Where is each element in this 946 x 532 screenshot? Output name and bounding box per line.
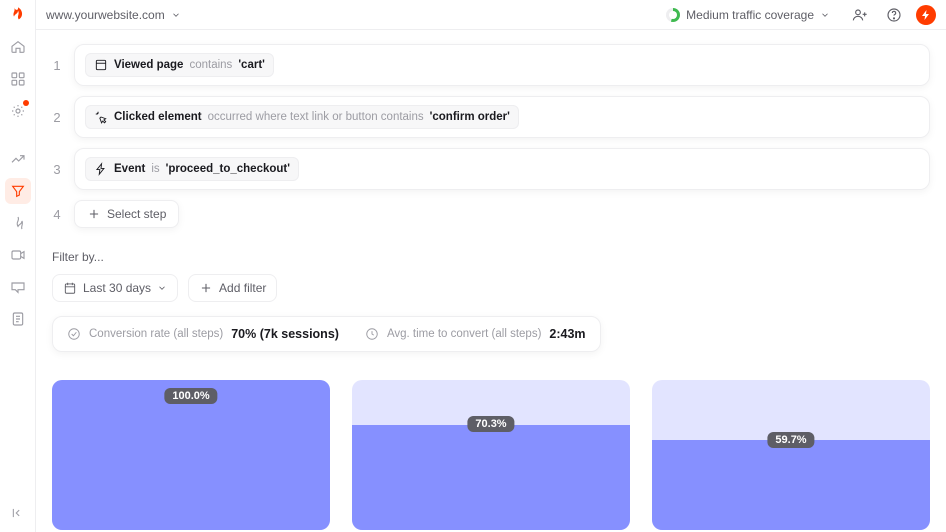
flash-icon [920, 9, 932, 21]
nav-trends[interactable] [5, 146, 31, 172]
add-step-label: Select step [107, 207, 166, 221]
check-circle-icon [67, 327, 81, 341]
step-number: 1 [52, 58, 62, 73]
nav-dashboards[interactable] [5, 66, 31, 92]
gauge-icon [666, 8, 680, 22]
filter-title: Filter by... [52, 250, 930, 264]
plus-icon [199, 281, 213, 295]
nav-funnels[interactable] [5, 178, 31, 204]
site-picker[interactable]: www.yourwebsite.com [46, 8, 181, 22]
funnel-column: 70.3% 2 63style="font-weight:600" data-n… [352, 380, 630, 532]
add-step-cell: Select step [74, 200, 930, 228]
step-number: 4 [52, 207, 62, 222]
nav-home[interactable] [5, 34, 31, 60]
stat-conversion-label: Conversion rate (all steps) [89, 328, 223, 340]
nav-group-observe [5, 146, 31, 332]
date-range-picker[interactable]: Last 30 days [52, 274, 178, 302]
stat-avg-time-value: 2:43m [549, 327, 585, 341]
step-op: is [151, 163, 159, 175]
filter-controls: Last 30 days Add filter [52, 274, 930, 302]
funnel-bar-fill [652, 440, 930, 530]
nav-surveys[interactable] [5, 306, 31, 332]
funnel-bar-pct: 59.7% [767, 432, 814, 448]
date-range-label: Last 30 days [83, 281, 151, 295]
step-number: 2 [52, 110, 62, 125]
nav-feedback[interactable] [5, 274, 31, 300]
chevron-down-icon [157, 283, 167, 293]
funnel-column: 100.0% 1 View page contails 'cart' 123.4… [52, 380, 330, 532]
page-icon [94, 58, 108, 72]
nav-recordings[interactable] [5, 242, 31, 268]
filter-section: Filter by... Last 30 days Add filter [52, 250, 930, 302]
left-nav-rail [0, 0, 36, 532]
step-row: 1 Viewed page contains 'cart' [52, 44, 930, 86]
step-card[interactable]: Clicked element occurred where text link… [74, 96, 930, 138]
step-op: contains [189, 59, 232, 71]
site-picker-label: www.yourwebsite.com [46, 8, 165, 22]
funnel-bar[interactable]: 59.7% [652, 380, 930, 530]
help-button[interactable] [882, 3, 906, 27]
step-kind: Event [114, 163, 145, 175]
account-avatar[interactable] [916, 5, 936, 25]
calendar-icon [63, 281, 77, 295]
add-filter-label: Add filter [219, 281, 266, 295]
main-content: 1 Viewed page contains 'cart' 2 Clicked … [36, 30, 946, 532]
funnel-definition: 1 Viewed page contains 'cart' 2 Clicked … [52, 44, 930, 228]
step-chip[interactable]: Event is 'proceed_to_checkout' [85, 157, 299, 181]
stats-card: Conversion rate (all steps) 70% (7k sess… [52, 316, 601, 352]
stat-conversion: Conversion rate (all steps) 70% (7k sess… [67, 327, 339, 341]
step-kind: Viewed page [114, 59, 183, 71]
invite-button[interactable] [848, 3, 872, 27]
funnel-chart: 100.0% 1 View page contails 'cart' 123.4… [52, 380, 930, 532]
clock-icon [365, 327, 379, 341]
plus-icon [87, 207, 101, 221]
funnel-column: 59.7% 3 Event is 'proceed_to_checkout' 7… [652, 380, 930, 532]
step-row: 4 Select step [52, 200, 930, 228]
nav-highlights[interactable] [5, 98, 31, 124]
funnel-bar-pct: 70.3% [467, 416, 514, 432]
chevron-down-icon [820, 10, 830, 20]
nav-collapse[interactable] [5, 500, 31, 526]
bolt-icon [94, 162, 108, 176]
funnel-bar-fill [352, 425, 630, 530]
stat-avg-time: Avg. time to convert (all steps) 2:43m [365, 327, 586, 341]
step-row: 2 Clicked element occurred where text li… [52, 96, 930, 138]
nav-heatmaps[interactable] [5, 210, 31, 236]
step-value: 'proceed_to_checkout' [166, 163, 290, 175]
user-plus-icon [852, 7, 868, 23]
step-chip[interactable]: Clicked element occurred where text link… [85, 105, 519, 129]
funnel-bar[interactable]: 100.0% [52, 380, 330, 530]
step-chip[interactable]: Viewed page contains 'cart' [85, 53, 274, 77]
stat-avg-time-label: Avg. time to convert (all steps) [387, 328, 541, 340]
step-value: 'confirm order' [430, 111, 510, 123]
step-value: 'cart' [238, 59, 265, 71]
logo-hotjar [10, 6, 26, 22]
add-filter-button[interactable]: Add filter [188, 274, 277, 302]
traffic-coverage[interactable]: Medium traffic coverage [658, 4, 838, 26]
help-icon [886, 7, 902, 23]
topbar: www.yourwebsite.com Medium traffic cover… [36, 0, 946, 30]
step-row: 3 Event is 'proceed_to_checkout' [52, 148, 930, 190]
traffic-coverage-label: Medium traffic coverage [686, 8, 814, 22]
step-number: 3 [52, 162, 62, 177]
topbar-right: Medium traffic coverage [658, 3, 936, 27]
chevron-down-icon [171, 10, 181, 20]
add-step-button[interactable]: Select step [74, 200, 179, 228]
cursor-click-icon [94, 110, 108, 124]
step-card[interactable]: Viewed page contains 'cart' [74, 44, 930, 86]
step-kind: Clicked element [114, 111, 202, 123]
step-op: occurred where text link or button conta… [208, 111, 424, 123]
nav-group-top [5, 34, 31, 124]
funnel-bar[interactable]: 70.3% [352, 380, 630, 530]
funnel-bar-pct: 100.0% [164, 388, 217, 404]
step-card[interactable]: Event is 'proceed_to_checkout' [74, 148, 930, 190]
stat-conversion-value: 70% (7k sessions) [231, 327, 339, 341]
